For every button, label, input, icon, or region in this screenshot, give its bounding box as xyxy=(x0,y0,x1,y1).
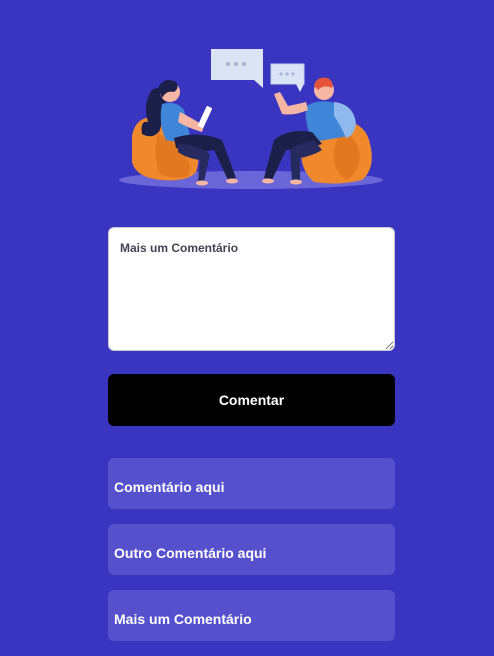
conversation-illustration xyxy=(118,44,386,194)
comment-list: Comentário aqui Outro Comentário aqui Ma… xyxy=(108,458,395,656)
speech-bubble-icon xyxy=(211,49,263,88)
comment-item: Mais um Comentário xyxy=(108,590,395,641)
comment-item: Outro Comentário aqui xyxy=(108,524,395,575)
comment-input[interactable] xyxy=(108,227,395,351)
comment-submit-button[interactable]: Comentar xyxy=(108,374,395,426)
speech-bubble-icon xyxy=(270,63,305,92)
comment-item: Comentário aqui xyxy=(108,458,395,509)
